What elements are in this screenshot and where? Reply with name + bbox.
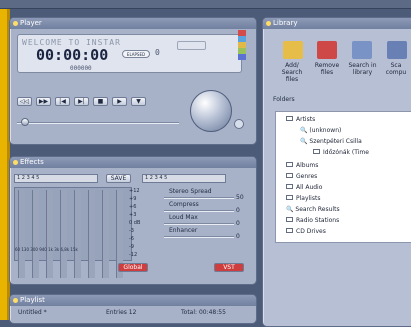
- eq-band[interactable]: [60, 190, 67, 278]
- tree-item-radio-stations[interactable]: Radio Stations: [286, 217, 339, 225]
- player-display: WELCOME TO INSTAR 00:00:00 000000 ELAPSE…: [17, 34, 242, 73]
- loudmax-label: Loud Max: [169, 214, 198, 221]
- player-panel: Player WELCOME TO INSTAR 00:00:00 000000…: [9, 17, 257, 145]
- playlist-name: Untitled *: [18, 309, 47, 316]
- tree-item-albums[interactable]: Albums: [286, 162, 318, 170]
- tree-item-artists[interactable]: Artists: [286, 116, 315, 124]
- save-button[interactable]: SAVE: [106, 174, 131, 183]
- effects-panel: Effects 1 2 3 4 5 SAVE 1 2 3 4 5 60 130 …: [9, 156, 257, 285]
- eq-band[interactable]: [46, 190, 53, 278]
- seek-slider[interactable]: [17, 122, 179, 124]
- stop-button[interactable]: ■: [93, 97, 108, 106]
- seek-knob[interactable]: [21, 118, 29, 126]
- effects-title: Effects: [20, 158, 44, 166]
- library-tree: Artists 🔍 (unknown) 🔍 Szentpéteri Csilla…: [275, 111, 411, 243]
- subtime-display: 000000: [70, 65, 92, 72]
- folders-label: Folders: [273, 96, 295, 103]
- compress-slider[interactable]: [164, 210, 234, 212]
- compress-value: 0: [236, 207, 240, 214]
- effect-preset-tabs[interactable]: 1 2 3 4 5: [142, 174, 226, 183]
- search-library-icon[interactable]: [352, 41, 372, 59]
- player-title: Player: [20, 19, 42, 27]
- volume-dial[interactable]: [190, 90, 232, 132]
- tree-item-cd-drives[interactable]: CD Drives: [286, 228, 326, 236]
- compress-label: Compress: [169, 201, 199, 208]
- play-button[interactable]: ▶: [112, 97, 127, 106]
- tree-item-artist[interactable]: 🔍 Szentpéteri Csilla: [300, 138, 362, 146]
- library-panel: Library Add/ Search files Remove files S…: [262, 17, 411, 327]
- scan-computer-label: Sca compu: [385, 62, 407, 76]
- time-display: 00:00:00: [36, 46, 109, 64]
- playlist-icon: [13, 298, 18, 303]
- add-search-files-icon[interactable]: [283, 41, 303, 59]
- rewind-button[interactable]: ◁◁: [17, 97, 32, 106]
- effects-title-bar: Effects: [10, 157, 256, 168]
- display-icons[interactable]: [177, 41, 206, 50]
- volume-small-icon[interactable]: [234, 119, 244, 129]
- previous-button[interactable]: |◀: [55, 97, 70, 106]
- top-window-bar: [0, 0, 411, 9]
- eq-band[interactable]: [18, 190, 25, 278]
- stereo-value: 50: [236, 194, 244, 201]
- tree-item-playlists[interactable]: Playlists: [286, 195, 320, 203]
- elapsed-badge[interactable]: ELAPSED: [122, 50, 150, 58]
- eq-band[interactable]: [102, 190, 109, 278]
- tree-item-unknown[interactable]: 🔍 (unknown): [300, 127, 341, 135]
- vst-button[interactable]: VST: [214, 263, 244, 272]
- remove-files-icon[interactable]: [317, 41, 337, 59]
- eject-button[interactable]: ▼: [131, 97, 146, 106]
- stereo-label: Stereo Spread: [169, 188, 212, 195]
- eq-band[interactable]: [32, 190, 39, 278]
- eq-frequencies: 60 130 300 940 1k 3k 6,8k 15k: [15, 247, 78, 252]
- eq-db-scale: +12 +9 +6 +3 0 dB -3 -6 -9 -12: [129, 188, 141, 258]
- enhancer-value: 0: [236, 233, 240, 240]
- library-title: Library: [273, 19, 298, 27]
- search-library-label: Search in library: [348, 62, 377, 76]
- playlist-title: Playlist: [20, 296, 45, 304]
- track-number: 0: [155, 48, 160, 57]
- play-back-button[interactable]: ▶▶: [36, 97, 51, 106]
- remove-files-label: Remove files: [314, 62, 340, 76]
- playlist-total: Total: 00:48:55: [181, 309, 226, 316]
- playlist-title-bar: Playlist: [10, 295, 256, 306]
- tree-item-search-results[interactable]: 🔍 Search Results: [286, 206, 340, 214]
- effects-icon: [13, 160, 18, 165]
- add-search-files-label: Add/ Search files: [281, 62, 303, 83]
- library-title-bar: Library: [263, 18, 411, 29]
- player-title-bar: Player: [10, 18, 256, 29]
- eq-preset-tabs[interactable]: 1 2 3 4 5: [14, 174, 98, 183]
- tree-item-album[interactable]: Időzónák (Time: [313, 149, 369, 157]
- global-button[interactable]: Global: [118, 263, 148, 272]
- scan-computer-icon[interactable]: [387, 41, 407, 59]
- playlist-entries: Entries 12: [106, 309, 137, 316]
- loudmax-slider[interactable]: [164, 223, 234, 225]
- tree-item-all-audio[interactable]: All Audio: [286, 184, 322, 192]
- eq-band[interactable]: [88, 190, 95, 278]
- tree-item-genres[interactable]: Genres: [286, 173, 317, 181]
- eq-band[interactable]: [74, 190, 81, 278]
- panel-icon: [13, 21, 18, 26]
- loudmax-value: 0: [236, 220, 240, 227]
- library-icon: [266, 21, 271, 26]
- enhancer-label: Enhancer: [169, 227, 198, 234]
- next-button[interactable]: ▶|: [74, 97, 89, 106]
- panel-color-tabs[interactable]: [238, 30, 246, 60]
- stereo-slider[interactable]: [164, 197, 234, 199]
- enhancer-slider[interactable]: [164, 236, 234, 238]
